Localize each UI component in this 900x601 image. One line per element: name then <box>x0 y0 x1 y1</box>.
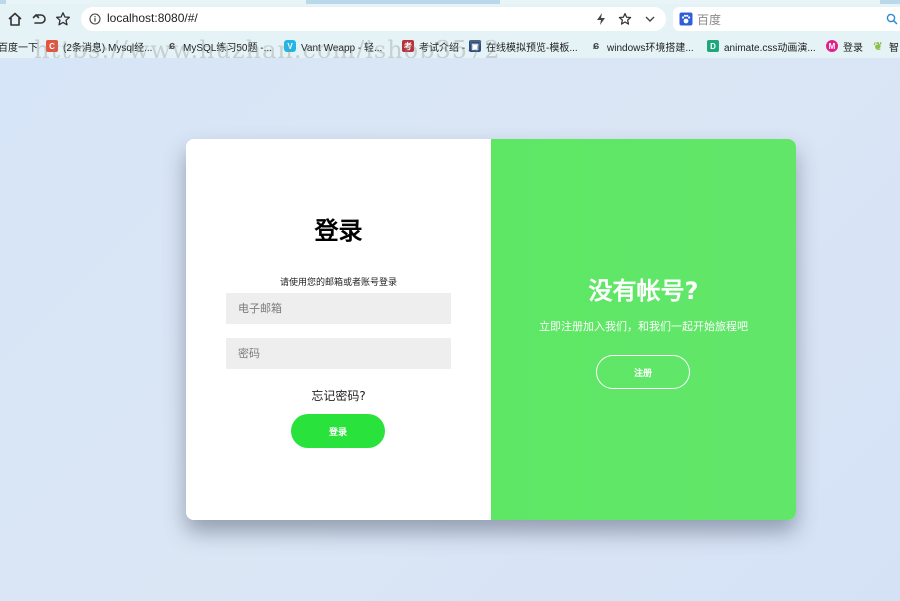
bookmark-item[interactable]: 百度一下 <box>0 38 38 54</box>
home-button[interactable] <box>4 8 26 30</box>
vant-icon: V <box>284 40 296 52</box>
exam-icon: 考 <box>402 40 414 52</box>
url-text[interactable]: localhost:8080/#/ <box>107 11 198 25</box>
bookmark-label: 考试介绍 - ... <box>419 42 477 54</box>
favorite-button[interactable] <box>52 8 74 30</box>
email-field[interactable] <box>226 293 451 324</box>
login-button[interactable]: 登录 <box>291 414 385 448</box>
bookmark-item[interactable]: ❦ 智 <box>872 38 899 54</box>
bookmark-label: Vant Weapp - 轻... <box>301 42 383 54</box>
bookmark-item[interactable]: M 登录 <box>826 38 863 54</box>
script-icon: ɕ <box>168 40 176 52</box>
chevron-down-icon[interactable] <box>642 11 658 27</box>
search-placeholder[interactable]: 百度 <box>697 11 721 28</box>
login-hint: 请使用您的邮箱或者账号登录 <box>279 278 397 288</box>
signup-panel: 没有帐号? 立即注册加入我们，和我们一起开始旅程吧 注册 <box>491 139 796 520</box>
bookmark-label: MySQL练习50题 -... <box>183 42 272 54</box>
search-box[interactable]: 百度 <box>673 7 900 31</box>
home-icon <box>8 12 22 26</box>
address-bar[interactable]: localhost:8080/#/ <box>81 7 666 31</box>
signup-title: 没有帐号? <box>588 277 699 305</box>
register-button[interactable]: 注册 <box>596 355 690 389</box>
star-outline-icon <box>55 12 71 26</box>
bookmark-item[interactable]: ɕ MySQL练习50题 -... <box>166 38 272 54</box>
bookmark-item[interactable]: C (2条消息) Mysql经... <box>46 38 152 54</box>
login-title: 登录 <box>314 217 363 245</box>
info-icon[interactable] <box>87 11 103 27</box>
bookmarks-bar: 百度一下 C (2条消息) Mysql经... ɕ MySQL练习50题 -..… <box>0 34 900 58</box>
bookmark-label: 登录 <box>843 42 863 54</box>
bookmark-label: animate.css动画演... <box>724 42 816 54</box>
bookmark-label: (2条消息) Mysql经... <box>63 42 153 54</box>
csdn-icon: C <box>46 40 58 52</box>
lightning-icon[interactable] <box>593 11 609 27</box>
bookmark-item[interactable]: 考 考试介绍 - ... <box>402 38 476 54</box>
bookmark-item[interactable]: ▣ 在线模拟预览-模板... <box>469 38 578 54</box>
bookmark-item[interactable]: ɕ windows环境搭建... <box>590 38 694 54</box>
bookmark-item[interactable]: V Vant Weapp - 轻... <box>284 38 382 54</box>
login-panel: 登录 请使用您的邮箱或者账号登录 忘记密码? 登录 <box>186 139 491 520</box>
login-icon: M <box>826 40 838 52</box>
bookmark-item[interactable]: D animate.css动画演... <box>707 38 816 54</box>
script-icon: ɕ <box>592 40 600 52</box>
undo-arrow-icon <box>32 14 46 24</box>
browser-toolbar: localhost:8080/#/ 百度 <box>0 4 900 34</box>
preview-icon: ▣ <box>469 40 481 52</box>
auth-card: 登录 请使用您的邮箱或者账号登录 忘记密码? 登录 没有帐号? 立即注册加入我们… <box>186 139 796 520</box>
bookmark-label: 百度一下 <box>0 42 38 54</box>
bookmark-label: 在线模拟预览-模板... <box>486 42 578 54</box>
password-field[interactable] <box>226 338 451 369</box>
search-icon[interactable] <box>884 11 900 27</box>
baidu-paw-icon <box>678 11 694 27</box>
forgot-password-link[interactable]: 忘记密码? <box>186 387 491 404</box>
bookmark-star-icon[interactable] <box>617 11 633 27</box>
leaf-icon: ❦ <box>873 40 883 53</box>
signup-subtitle: 立即注册加入我们，和我们一起开始旅程吧 <box>539 320 748 333</box>
page-background: 登录 请使用您的邮箱或者账号登录 忘记密码? 登录 没有帐号? 立即注册加入我们… <box>0 58 900 601</box>
d-icon: D <box>707 40 719 52</box>
bookmark-label: windows环境搭建... <box>607 42 694 54</box>
bookmark-label: 智 <box>889 42 899 54</box>
back-button[interactable] <box>28 8 50 30</box>
